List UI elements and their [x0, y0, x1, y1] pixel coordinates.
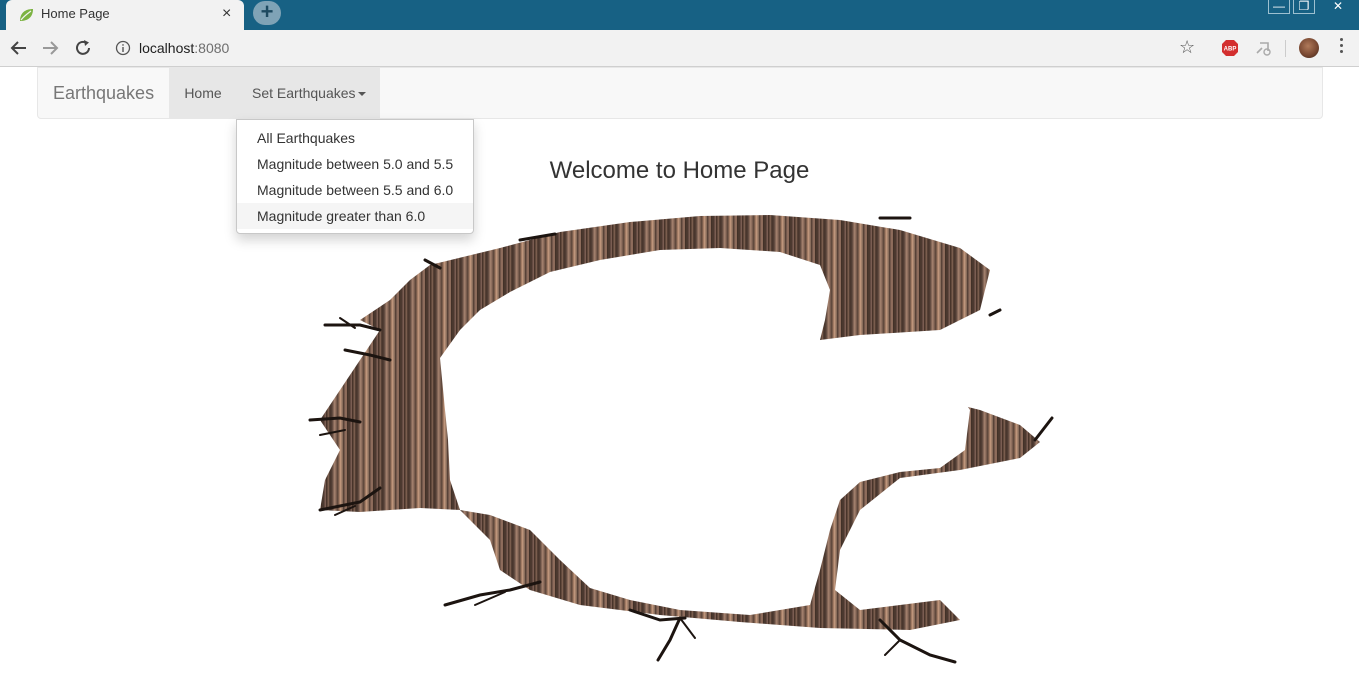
window-minimize-button[interactable]: — — [1268, 0, 1290, 14]
dropdown-item-greater-6-0[interactable]: Magnitude greater than 6.0 — [237, 203, 473, 229]
caret-down-icon — [357, 92, 366, 97]
new-tab-button[interactable]: + — [253, 1, 281, 25]
svg-text:ABP: ABP — [1224, 47, 1237, 53]
earthquakes-dropdown-menu: All Earthquakes Magnitude between 5.0 an… — [236, 119, 474, 234]
bookmark-star-icon[interactable]: ☆ — [1179, 37, 1195, 58]
nav-set-earthquakes[interactable]: Set Earthquakes — [237, 68, 380, 118]
menu-kebab-icon[interactable] — [1340, 38, 1344, 56]
page-title: Welcome to Home Page — [549, 157, 810, 184]
url-port: :8080 — [194, 40, 230, 56]
site-navbar: Earthquakes Home Set Earthquakes — [37, 67, 1323, 119]
dropdown-item-all[interactable]: All Earthquakes — [237, 125, 473, 151]
nav-set-earthquakes-label: Set Earthquakes — [252, 85, 356, 101]
url-host: localhost — [139, 40, 195, 56]
browser-tab[interactable]: Home Page × — [6, 0, 244, 30]
extension-icon[interactable] — [1254, 39, 1272, 57]
adblock-icon[interactable]: ABP — [1221, 39, 1239, 57]
navbar-brand[interactable]: Earthquakes — [53, 83, 154, 104]
address-bar[interactable]: localhost:8080 — [139, 40, 229, 56]
forward-icon[interactable] — [40, 38, 60, 58]
dropdown-item-5-5-6-0[interactable]: Magnitude between 5.5 and 6.0 — [237, 177, 473, 203]
window-close-button[interactable]: ✕ — [1318, 0, 1358, 14]
browser-titlebar: Home Page × + — ❐ ✕ — [0, 0, 1359, 30]
info-icon[interactable] — [115, 40, 131, 56]
dropdown-item-5-0-5-5[interactable]: Magnitude between 5.0 and 5.5 — [237, 151, 473, 177]
browser-toolbar: localhost:8080 ☆ ABP — [0, 30, 1359, 67]
tab-close-icon[interactable]: × — [222, 5, 231, 23]
reload-icon[interactable] — [73, 38, 93, 58]
tab-title: Home Page — [41, 6, 110, 21]
earthquake-crack-image — [308, 215, 1054, 664]
profile-avatar[interactable] — [1299, 38, 1319, 58]
nav-home[interactable]: Home — [169, 68, 237, 118]
toolbar-separator — [1285, 40, 1286, 57]
back-icon[interactable] — [9, 38, 29, 58]
window-restore-button[interactable]: ❐ — [1293, 0, 1315, 14]
leaf-favicon-icon — [20, 9, 33, 21]
